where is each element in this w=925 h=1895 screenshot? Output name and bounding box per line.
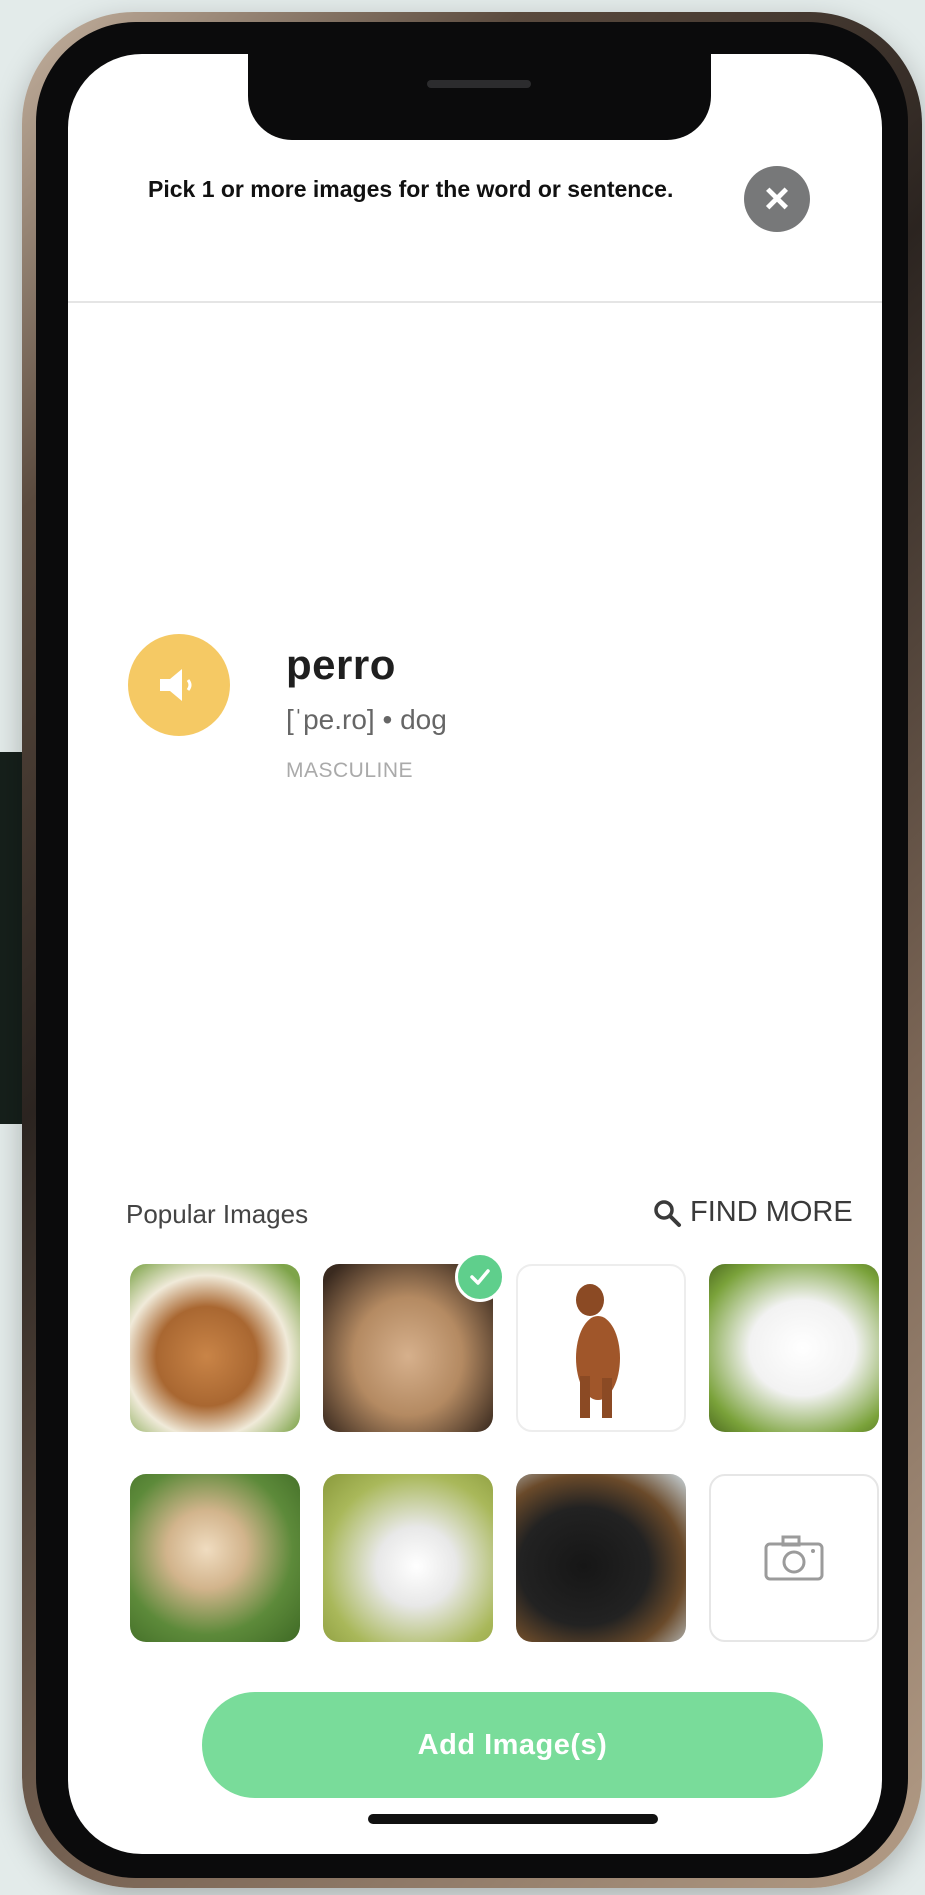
add-images-button[interactable]: Add Image(s) — [202, 1692, 823, 1798]
gender-label: MASCULINE — [286, 759, 414, 782]
selected-check-icon — [455, 1252, 505, 1302]
close-icon: × — [764, 174, 790, 223]
image-tile-rottweiler-dog[interactable] — [516, 1474, 686, 1642]
image-tile-white-maltese-dog[interactable] — [709, 1264, 879, 1432]
search-icon — [654, 1199, 681, 1227]
image-tile-dachshund-puppy[interactable] — [130, 1264, 300, 1432]
earpiece-speaker — [427, 80, 531, 88]
image-tile-golden-retriever-puppy[interactable] — [130, 1474, 300, 1642]
find-more-label: FIND MORE — [690, 1196, 853, 1228]
popular-images-label: Popular Images — [126, 1199, 309, 1229]
home-indicator — [368, 1814, 658, 1824]
image-tile-white-terrier-dog[interactable] — [323, 1474, 493, 1642]
pronunciation-and-translation: [ˈpe.ro] • dog — [286, 704, 447, 735]
close-button[interactable]: × — [744, 166, 810, 232]
phone-frame: Pick 1 or more images for the word or se… — [22, 12, 922, 1888]
camera-upload-tile[interactable] — [709, 1474, 879, 1642]
image-grid — [130, 1252, 882, 1644]
image-tile-brown-dog-sitting[interactable] — [516, 1264, 686, 1432]
speaker-icon — [160, 669, 192, 701]
header-divider — [68, 301, 882, 303]
find-more-button[interactable]: FIND MORE — [652, 1196, 853, 1229]
vocab-word: perro — [286, 641, 396, 688]
notch — [248, 54, 711, 140]
instruction-text: Pick 1 or more images for the word or se… — [148, 176, 674, 202]
camera-icon — [764, 1535, 824, 1581]
pronounce-button[interactable] — [128, 634, 230, 736]
phone-screen: Pick 1 or more images for the word or se… — [68, 54, 882, 1854]
